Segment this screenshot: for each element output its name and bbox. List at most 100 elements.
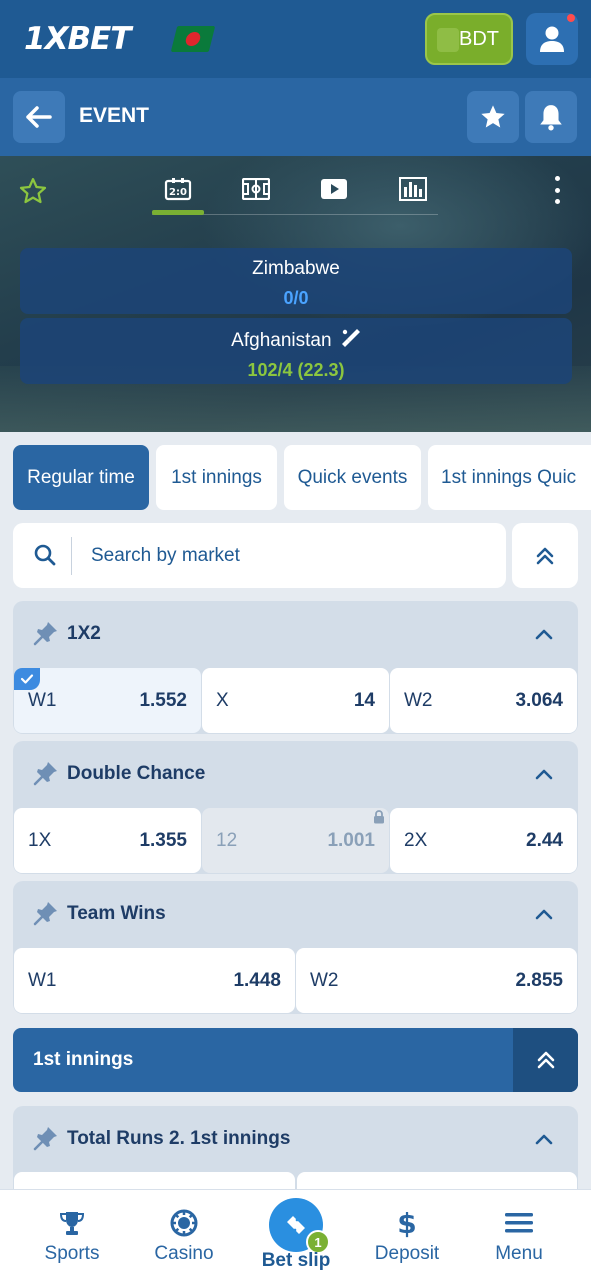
more-options-icon[interactable] xyxy=(555,176,561,204)
nav-deposit[interactable]: $ Deposit xyxy=(352,1189,462,1280)
odd-value: 1.448 xyxy=(233,969,281,991)
odd-label: W2 xyxy=(310,969,339,991)
nav-label-bet-slip[interactable]: Bet slip xyxy=(241,1250,351,1272)
nav-casino[interactable]: Casino xyxy=(129,1189,239,1280)
market-header[interactable]: 1X2 xyxy=(13,601,578,667)
chevron-up-icon xyxy=(535,909,553,920)
odd-w2[interactable]: W2 2.855 xyxy=(296,948,577,1013)
notifications-button[interactable] xyxy=(525,91,577,143)
pin-icon xyxy=(33,622,57,646)
pin-icon xyxy=(33,762,57,786)
odd-label: X xyxy=(216,689,229,711)
play-video-icon xyxy=(321,179,347,199)
search-icon xyxy=(34,544,56,566)
market-title: Double Chance xyxy=(67,763,206,784)
nav-label: Sports xyxy=(44,1243,100,1264)
logo-text: 1XBET xyxy=(24,21,131,57)
filter-label: 1st innings Quic xyxy=(441,466,577,488)
odd-value: 14 xyxy=(353,689,375,711)
market-title: 1X2 xyxy=(67,623,101,644)
favorite-toggle[interactable] xyxy=(18,176,48,211)
bell-icon xyxy=(540,105,562,131)
chevron-up-icon xyxy=(535,1134,553,1145)
odd-1x[interactable]: 1X 1.355 xyxy=(14,808,201,873)
user-icon xyxy=(540,26,564,52)
team-score: 0/0 xyxy=(283,288,309,308)
currency-chip-icon xyxy=(437,28,459,52)
odd-value: 3.064 xyxy=(515,689,563,711)
team-score: 102/4 (22.3) xyxy=(247,360,345,380)
tab-field[interactable] xyxy=(242,176,270,202)
team-name: Zimbabwe xyxy=(252,258,340,279)
market-header[interactable]: Team Wins xyxy=(13,881,578,947)
casino-chip-icon xyxy=(170,1209,198,1237)
filter-label: Regular time xyxy=(27,466,135,488)
tab-scoreboard[interactable]: 2:0 xyxy=(164,176,192,202)
filter-1st-innings-quick[interactable]: 1st innings Quic xyxy=(428,445,591,510)
odd-value: 1.552 xyxy=(139,689,187,711)
brand-logo[interactable]: 1XBET xyxy=(24,20,131,58)
nav-label: Deposit xyxy=(374,1243,440,1264)
field-icon xyxy=(242,178,270,200)
dollar-icon: $ xyxy=(397,1206,417,1240)
nav-sports[interactable]: Sports xyxy=(17,1189,127,1280)
market-title: Total Runs 2. 1st innings xyxy=(67,1128,291,1149)
bar-chart-icon xyxy=(399,177,427,201)
tab-statistics[interactable] xyxy=(399,176,427,202)
odd-label: 2X xyxy=(404,829,428,851)
section-1st-innings[interactable]: 1st innings xyxy=(13,1028,578,1092)
team-card-away: Afghanistan 102/4 (22.3) xyxy=(20,318,572,384)
section-collapse-button[interactable] xyxy=(513,1028,578,1092)
market-title: Team Wins xyxy=(67,903,166,924)
market-double-chance: Double Chance 1X 1.355 12 1.001 2X 2.44 xyxy=(13,741,578,874)
active-tab-indicator xyxy=(152,210,204,215)
currency-label: BDT xyxy=(459,27,499,50)
cricket-bat-icon xyxy=(341,329,360,347)
odd-label: W2 xyxy=(404,689,433,711)
nav-label: Casino xyxy=(154,1243,214,1264)
odd-label: 1X xyxy=(28,829,52,851)
double-chevron-up-icon xyxy=(536,547,554,564)
currency-button[interactable]: BDT xyxy=(425,13,513,65)
search-input[interactable] xyxy=(91,537,491,575)
odd-w1[interactable]: W1 1.448 xyxy=(14,948,295,1013)
team-card-home: Zimbabwe 0/0 xyxy=(20,248,572,314)
nav-menu[interactable]: Menu xyxy=(464,1189,574,1280)
arrow-left-icon xyxy=(26,106,52,128)
bangladesh-flag-icon[interactable] xyxy=(170,26,216,52)
search-divider xyxy=(71,537,72,575)
odd-label: W1 xyxy=(28,689,57,711)
back-button[interactable] xyxy=(13,91,65,143)
odd-value: 1.355 xyxy=(139,829,187,851)
odd-w1[interactable]: W1 1.552 xyxy=(14,668,201,733)
filter-regular-time[interactable]: Regular time xyxy=(13,445,149,510)
hamburger-menu-icon xyxy=(504,1209,534,1237)
scoreboard-icon: 2:0 xyxy=(164,178,192,201)
market-header[interactable]: Double Chance xyxy=(13,741,578,807)
trophy-icon xyxy=(58,1209,86,1237)
odd-value: 1.001 xyxy=(327,829,375,851)
collapse-all-button[interactable] xyxy=(512,523,578,588)
odd-w2[interactable]: W2 3.064 xyxy=(390,668,577,733)
favorite-event-button[interactable] xyxy=(467,91,519,143)
pin-icon xyxy=(33,1127,57,1151)
star-outline-icon xyxy=(19,178,47,204)
odd-label: 12 xyxy=(216,829,238,851)
nav-label: Menu xyxy=(495,1243,543,1264)
team-name: Afghanistan xyxy=(231,330,332,351)
odd-2x[interactable]: 2X 2.44 xyxy=(390,808,577,873)
market-header[interactable]: Total Runs 2. 1st innings xyxy=(13,1106,578,1172)
selected-check-icon xyxy=(14,668,40,690)
double-chevron-up-icon xyxy=(537,1051,554,1069)
filter-label: Quick events xyxy=(297,466,408,488)
filter-label: 1st innings xyxy=(171,466,262,488)
filter-quick-events[interactable]: Quick events xyxy=(284,445,421,510)
market-1x2: 1X2 W1 1.552 X 14 W2 3.064 xyxy=(13,601,578,734)
tab-video[interactable] xyxy=(320,176,348,202)
odd-x[interactable]: X 14 xyxy=(202,668,389,733)
odd-label: W1 xyxy=(28,969,57,991)
page-title: EVENT xyxy=(79,104,150,127)
filter-1st-innings[interactable]: 1st innings xyxy=(156,445,277,510)
market-team-wins: Team Wins W1 1.448 W2 2.855 xyxy=(13,881,578,1014)
lock-icon xyxy=(374,810,384,824)
